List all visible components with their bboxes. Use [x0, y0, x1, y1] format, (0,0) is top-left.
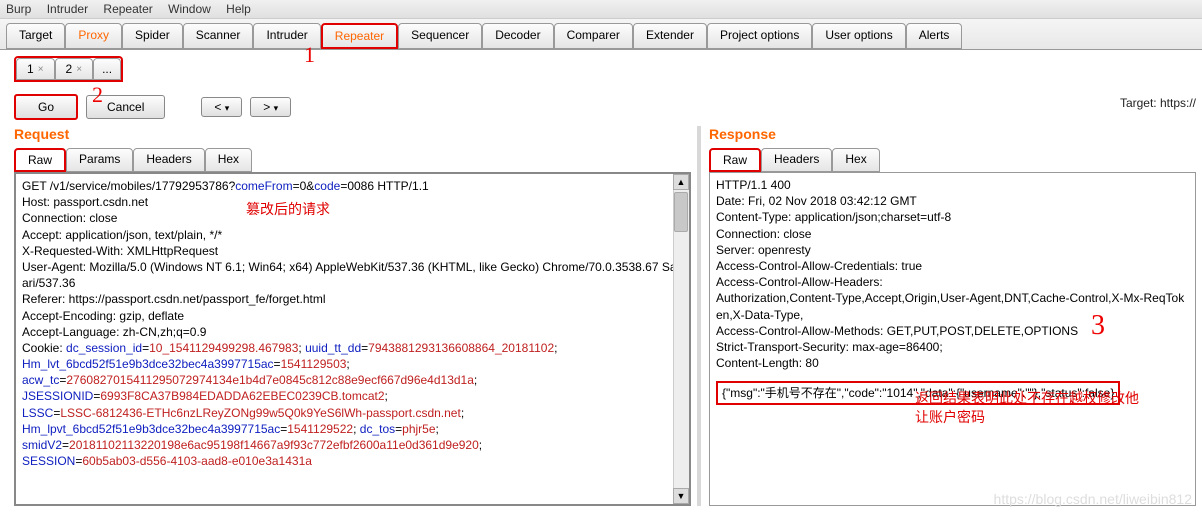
repeater-subtabs: 1× 2× ... 1: [0, 50, 1202, 88]
close-icon[interactable]: ×: [38, 64, 44, 75]
menu-help[interactable]: Help: [226, 2, 251, 16]
menu-intruder[interactable]: Intruder: [47, 2, 88, 16]
rep-tab-2[interactable]: 2×: [55, 58, 94, 80]
annotation-3: 3: [1091, 307, 1105, 345]
req-tab-raw[interactable]: Raw: [14, 148, 66, 172]
tab-proxy[interactable]: Proxy: [65, 23, 122, 49]
tab-user-options[interactable]: User options: [812, 23, 905, 49]
tab-target[interactable]: Target: [6, 23, 65, 49]
request-note: 篡改后的请求: [246, 202, 330, 221]
rep-tab-new[interactable]: ...: [93, 58, 121, 80]
close-icon[interactable]: ×: [76, 64, 82, 75]
resp-tab-hex[interactable]: Hex: [832, 148, 879, 172]
tab-sequencer[interactable]: Sequencer: [398, 23, 482, 49]
menu-repeater[interactable]: Repeater: [103, 2, 152, 16]
response-title: Response: [709, 126, 1196, 142]
menu-burp[interactable]: Burp: [6, 2, 31, 16]
tab-decoder[interactable]: Decoder: [482, 23, 553, 49]
scroll-down-icon[interactable]: ▼: [673, 488, 689, 504]
response-body[interactable]: HTTP/1.1 400 Date: Fri, 02 Nov 2018 03:4…: [709, 172, 1196, 506]
request-body[interactable]: GET /v1/service/mobiles/17792953786?come…: [14, 172, 691, 506]
main-tab-bar: Target Proxy Spider Scanner Intruder Rep…: [0, 19, 1202, 50]
scroll-up-icon[interactable]: ▲: [673, 174, 689, 190]
resp-tab-raw[interactable]: Raw: [709, 148, 761, 172]
target-label: Target: https://: [1120, 96, 1196, 110]
tab-alerts[interactable]: Alerts: [906, 23, 963, 49]
menu-window[interactable]: Window: [168, 2, 211, 16]
go-button[interactable]: Go: [14, 94, 78, 120]
request-title: Request: [14, 126, 691, 142]
controls-row: Go Cancel < ▾ > ▾ 2 Target: https://: [0, 88, 1202, 126]
next-button[interactable]: > ▾: [250, 97, 291, 117]
scrollbar[interactable]: ▲ ▼: [673, 174, 689, 504]
prev-button[interactable]: < ▾: [201, 97, 242, 117]
tab-extender[interactable]: Extender: [633, 23, 707, 49]
response-note: 返回结果表明此处不存在越权修改他让账户密码: [915, 391, 1145, 429]
annotation-1: 1: [304, 42, 315, 68]
scroll-thumb[interactable]: [674, 192, 688, 232]
response-panel: Response Raw Headers Hex HTTP/1.1 400 Da…: [697, 126, 1202, 506]
annotation-2: 2: [92, 82, 103, 108]
tab-repeater[interactable]: Repeater: [321, 23, 398, 49]
resp-tab-headers[interactable]: Headers: [761, 148, 832, 172]
req-tab-params[interactable]: Params: [66, 148, 133, 172]
tab-project-options[interactable]: Project options: [707, 23, 812, 49]
watermark: https://blog.csdn.net/liweibin812: [994, 491, 1192, 507]
tab-scanner[interactable]: Scanner: [183, 23, 254, 49]
rep-tab-1[interactable]: 1×: [16, 58, 55, 80]
req-tab-hex[interactable]: Hex: [205, 148, 252, 172]
menu-bar: Burp Intruder Repeater Window Help: [0, 0, 1202, 19]
request-panel: Request Raw Params Headers Hex GET /v1/s…: [0, 126, 697, 506]
tab-spider[interactable]: Spider: [122, 23, 183, 49]
tab-comparer[interactable]: Comparer: [554, 23, 633, 49]
req-tab-headers[interactable]: Headers: [133, 148, 204, 172]
